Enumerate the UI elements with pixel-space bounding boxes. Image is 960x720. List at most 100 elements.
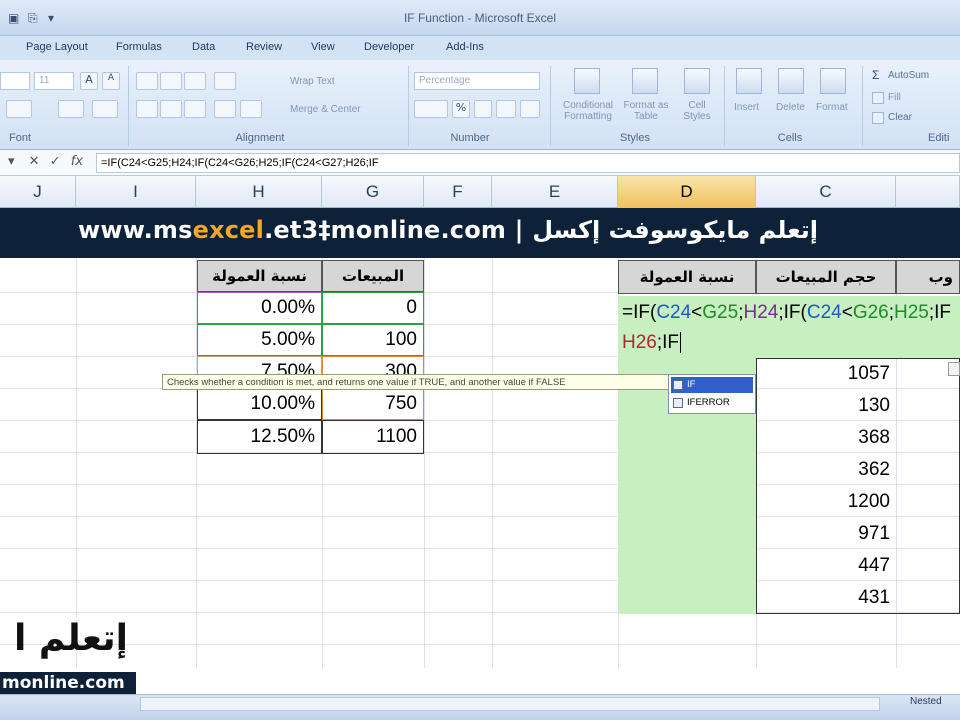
autocomplete-item-if[interactable]: IF bbox=[671, 377, 753, 393]
sales-volume-cell[interactable]: 1057 bbox=[756, 358, 896, 390]
column-header-b[interactable] bbox=[896, 176, 960, 208]
column-header-c[interactable]: C bbox=[756, 176, 896, 208]
fill-color-button[interactable] bbox=[58, 100, 84, 118]
insert-cells-icon[interactable] bbox=[736, 68, 762, 94]
align-left-button[interactable] bbox=[136, 100, 158, 118]
tab-developer[interactable]: Developer bbox=[364, 41, 414, 53]
increase-indent-button[interactable] bbox=[240, 100, 262, 118]
function-autocomplete-list[interactable]: IF IFERROR bbox=[668, 374, 756, 414]
formula-input[interactable]: =IF(C24<G25;H24;IF(C24<G26;H25;IF(C24<G2… bbox=[96, 153, 960, 173]
sales-volume-cell[interactable]: 447 bbox=[756, 550, 896, 582]
sales-header-partial[interactable]: وب bbox=[896, 260, 960, 294]
banner-arabic: إتعلم مايكوسوفت إكسل bbox=[532, 216, 818, 244]
delete-cells-icon[interactable] bbox=[778, 68, 804, 94]
accounting-format-button[interactable] bbox=[414, 100, 448, 118]
clear-button[interactable]: Clear bbox=[888, 112, 912, 123]
format-cells-button[interactable]: Format bbox=[816, 102, 848, 113]
banner-url-accent: excel bbox=[192, 216, 265, 244]
conditional-formatting-icon[interactable] bbox=[574, 68, 600, 94]
insert-cells-button[interactable]: Insert bbox=[734, 102, 759, 113]
sales-volume-cell[interactable]: 362 bbox=[756, 454, 896, 486]
wrap-text-button[interactable]: Wrap Text bbox=[290, 76, 335, 87]
sales-volume-cell[interactable]: 971 bbox=[756, 518, 896, 550]
delete-cells-button[interactable]: Delete bbox=[776, 102, 805, 113]
align-right-button[interactable] bbox=[184, 100, 206, 118]
lookup-rate-cell[interactable]: 0.00% bbox=[197, 292, 322, 324]
column-header-j[interactable]: J bbox=[0, 176, 76, 208]
shrink-font-button[interactable]: A bbox=[102, 72, 120, 90]
increase-decimal-button[interactable] bbox=[496, 100, 516, 118]
watermark-arabic: إتعلم ا bbox=[14, 618, 128, 659]
group-separator bbox=[724, 66, 725, 146]
lookup-rate-cell[interactable]: 12.50% bbox=[197, 420, 322, 454]
borders-button[interactable] bbox=[6, 100, 32, 118]
tab-add-ins[interactable]: Add-Ins bbox=[446, 41, 484, 53]
align-top-button[interactable] bbox=[136, 72, 158, 90]
number-format-combo[interactable]: Percentage bbox=[414, 72, 540, 90]
banner-text: www.msexcel.et3‡monline.com | إتعلم مايك… bbox=[78, 216, 818, 244]
sales-header-volume[interactable]: حجم المبيعات bbox=[756, 260, 896, 294]
align-bottom-button[interactable] bbox=[184, 72, 206, 90]
fill-button[interactable]: Fill bbox=[888, 92, 901, 103]
tab-review[interactable]: Review bbox=[246, 41, 282, 53]
format-as-table-icon[interactable] bbox=[632, 68, 658, 94]
lookup-threshold-cell[interactable]: 750 bbox=[322, 388, 424, 420]
format-cells-icon[interactable] bbox=[820, 68, 846, 94]
conditional-formatting-button[interactable]: Conditional Formatting bbox=[556, 100, 620, 122]
column-header-e[interactable]: E bbox=[492, 176, 618, 208]
tab-view[interactable]: View bbox=[311, 41, 335, 53]
column-header-g[interactable]: G bbox=[322, 176, 424, 208]
lookup-rate-cell[interactable]: 10.00% bbox=[197, 388, 322, 420]
decrease-decimal-button[interactable] bbox=[520, 100, 540, 118]
cancel-entry-icon[interactable]: ✕ bbox=[29, 154, 40, 169]
align-center-button[interactable] bbox=[160, 100, 182, 118]
column-header-h[interactable]: H bbox=[196, 176, 322, 208]
sheet-tab-nested[interactable]: Nested bbox=[910, 696, 942, 707]
sales-volume-cell[interactable]: 368 bbox=[756, 422, 896, 454]
autosum-button[interactable]: AutoSum bbox=[888, 70, 929, 81]
tab-formulas[interactable]: Formulas bbox=[116, 41, 162, 53]
sigma-icon: Σ bbox=[872, 68, 880, 82]
font-color-button[interactable] bbox=[92, 100, 118, 118]
group-separator bbox=[550, 66, 551, 146]
column-header-i[interactable]: I bbox=[76, 176, 196, 208]
lookup-threshold-cell[interactable]: 0 bbox=[322, 292, 424, 324]
comma-style-button[interactable] bbox=[474, 100, 492, 118]
format-as-table-button[interactable]: Format as Table bbox=[622, 100, 670, 122]
ribbon-tabs: Page Layout Formulas Data Review View De… bbox=[0, 36, 960, 60]
tab-data[interactable]: Data bbox=[192, 41, 215, 53]
autocomplete-item-iferror[interactable]: IFERROR bbox=[671, 395, 753, 411]
lookup-threshold-cell[interactable]: 100 bbox=[322, 324, 424, 356]
cell-edit-formula[interactable]: =IF(C24<G25;H24;IF(C24<G26;H25;IF H26;IF bbox=[618, 296, 960, 358]
banner-url-prefix: www.ms bbox=[78, 216, 193, 244]
merge-center-button[interactable]: Merge & Center bbox=[290, 104, 361, 115]
group-separator bbox=[862, 66, 863, 146]
align-middle-button[interactable] bbox=[160, 72, 182, 90]
chevron-down-icon[interactable]: ▾ bbox=[8, 154, 15, 169]
lookup-threshold-cell[interactable]: 1100 bbox=[322, 420, 424, 454]
font-name-combo[interactable] bbox=[0, 72, 30, 90]
sales-volume-cell[interactable]: 130 bbox=[756, 390, 896, 422]
lookup-header-sales[interactable]: المبيعات bbox=[322, 260, 424, 292]
grow-font-button[interactable]: A bbox=[80, 72, 98, 90]
cell-styles-button[interactable]: Cell Styles bbox=[676, 100, 718, 122]
font-size-combo[interactable]: 11 bbox=[34, 72, 74, 90]
formula-token: H24 bbox=[743, 302, 779, 323]
watermark-url: monline.com bbox=[0, 672, 136, 694]
sales-volume-cell[interactable]: 1200 bbox=[756, 486, 896, 518]
orientation-button[interactable] bbox=[214, 72, 236, 90]
insert-function-icon[interactable]: fx bbox=[71, 154, 83, 169]
confirm-entry-icon[interactable]: ✓ bbox=[50, 154, 61, 169]
lookup-header-commission[interactable]: نسبة العمولة bbox=[197, 260, 322, 292]
sales-header-commission[interactable]: نسبة العمولة bbox=[618, 260, 756, 294]
tab-page-layout[interactable]: Page Layout bbox=[26, 41, 88, 53]
lookup-rate-cell[interactable]: 5.00% bbox=[197, 324, 322, 356]
column-header-f[interactable]: F bbox=[424, 176, 492, 208]
sales-volume-cell[interactable]: 431 bbox=[756, 582, 896, 614]
column-header-d[interactable]: D bbox=[618, 176, 756, 208]
percent-style-button[interactable]: % bbox=[452, 100, 470, 118]
paste-options-icon[interactable] bbox=[948, 362, 960, 376]
decrease-indent-button[interactable] bbox=[214, 100, 236, 118]
horizontal-scrollbar[interactable] bbox=[140, 697, 880, 711]
cell-styles-icon[interactable] bbox=[684, 68, 710, 94]
